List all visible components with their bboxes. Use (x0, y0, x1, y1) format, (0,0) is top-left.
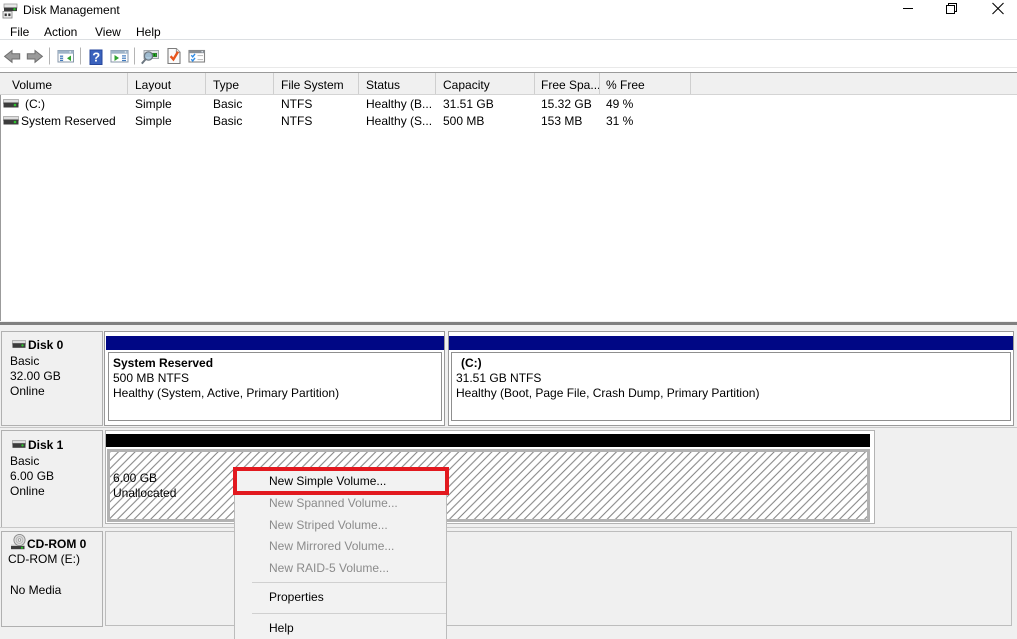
svg-text:?: ? (92, 50, 100, 65)
